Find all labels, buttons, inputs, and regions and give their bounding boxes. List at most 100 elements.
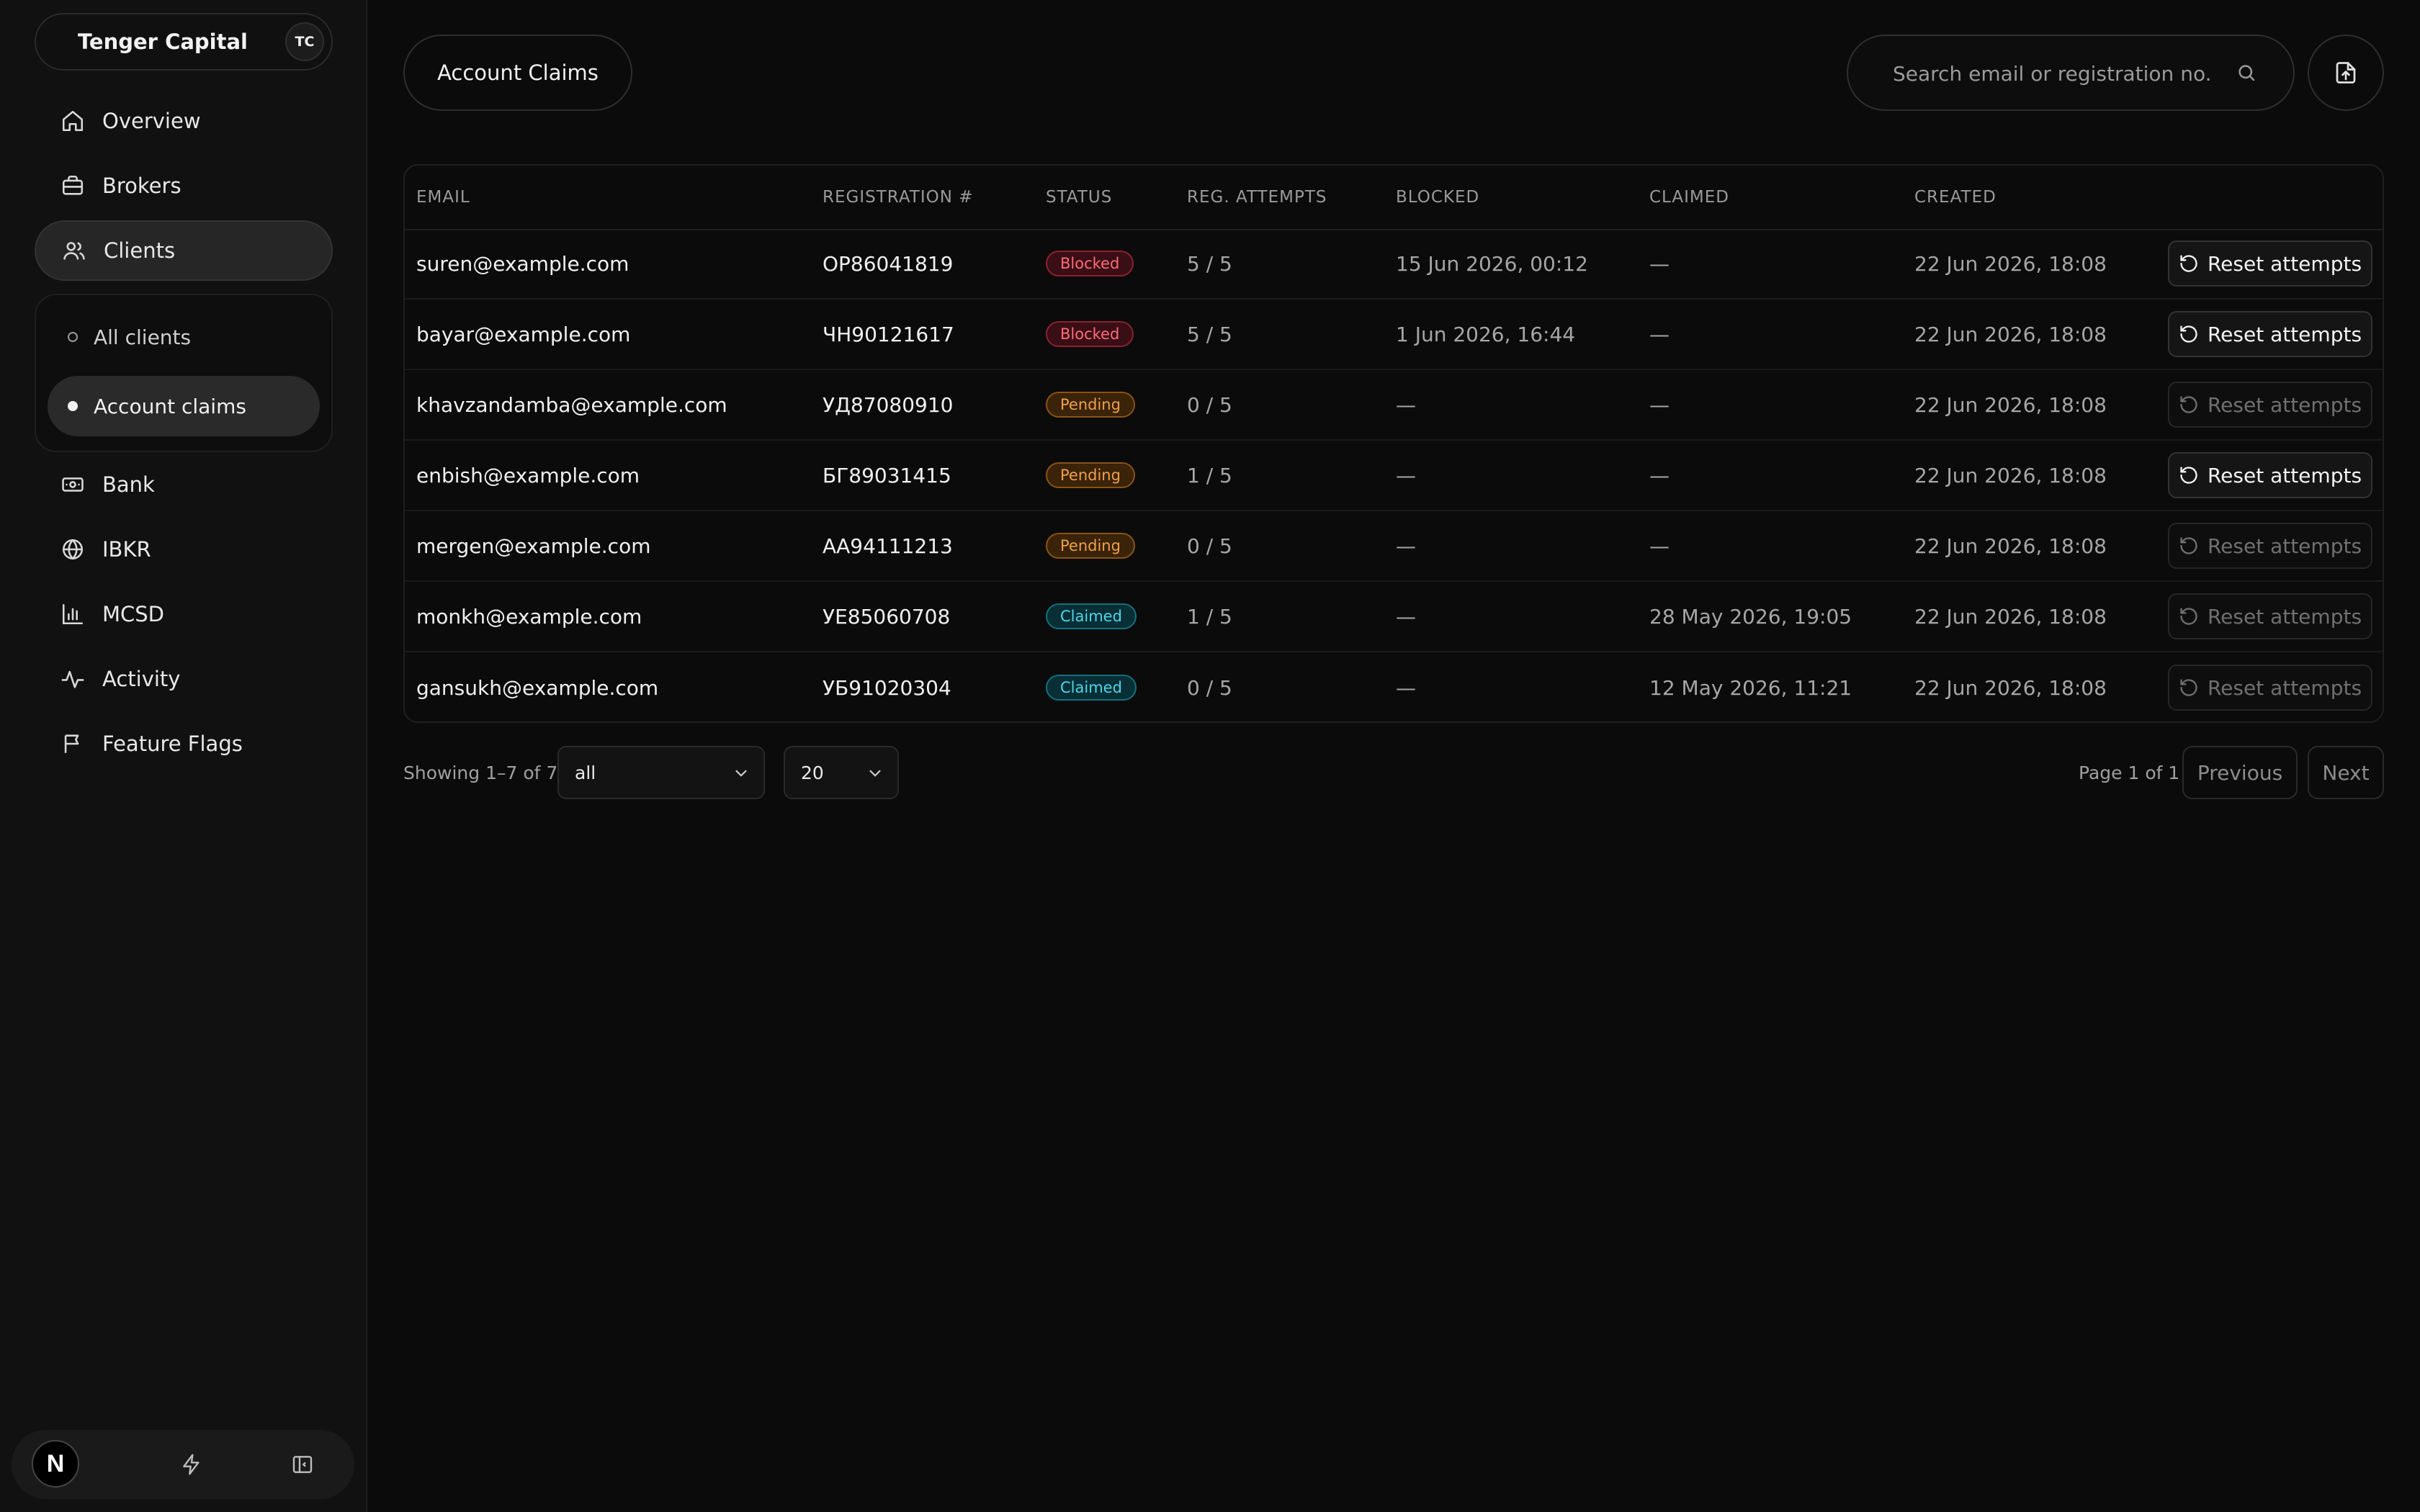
- email-cell: enbish@example.com: [416, 463, 640, 487]
- attempts-cell: 1 / 5: [1187, 604, 1232, 629]
- attempts-cell: 0 / 5: [1187, 675, 1232, 700]
- status-cell: Blocked: [1046, 300, 1134, 369]
- brand-name: Tenger Capital: [78, 30, 248, 54]
- search-icon: [2238, 65, 2255, 81]
- status-filter-select[interactable]: all: [557, 746, 765, 799]
- sidebar-item-brokers[interactable]: Brokers: [35, 156, 333, 216]
- reset-attempts-label: Reset attempts: [2207, 322, 2362, 346]
- status-badge: Claimed: [1046, 675, 1137, 701]
- banknote-icon: [60, 472, 85, 497]
- chevron-down-icon: [735, 770, 747, 777]
- sidebar-item-ibkr[interactable]: IBKR: [35, 519, 333, 580]
- search-box[interactable]: [1847, 35, 2295, 111]
- reset-attempts-button[interactable]: Reset attempts: [2168, 382, 2372, 428]
- status-cell: Pending: [1046, 370, 1135, 439]
- column-header-created[interactable]: CREATED: [1914, 166, 1996, 229]
- page-size-value: 20: [801, 762, 824, 783]
- sidebar-footer: N: [12, 1430, 354, 1499]
- attempts-cell: 1 / 5: [1187, 463, 1232, 487]
- claimed-cell: —: [1649, 392, 1670, 417]
- registration-cell: УБ91020304: [823, 675, 951, 700]
- sidebar-subitem-label: All clients: [94, 325, 192, 349]
- previous-page-button[interactable]: Previous: [2182, 746, 2298, 799]
- status-cell: Blocked: [1046, 229, 1134, 298]
- sidebar-item-overview[interactable]: Overview: [35, 91, 333, 151]
- table-row: enbish@example.com БГ89031415 Pending 1 / 5…: [405, 441, 2383, 511]
- reset-attempts-label: Reset attempts: [2207, 675, 2362, 700]
- registration-cell: АА94111213: [823, 534, 953, 558]
- filled-circle-icon: [68, 401, 78, 411]
- reset-icon: [2179, 606, 2208, 626]
- home-icon: [60, 109, 85, 133]
- activity-icon: [60, 667, 85, 691]
- search-input[interactable]: [1891, 36, 2240, 111]
- column-header-claimed[interactable]: CLAIMED: [1649, 166, 1729, 229]
- pagination-bar: Showing 1–7 of 7 all 20 Page 1 of 1 Prev…: [403, 746, 2384, 799]
- clients-submenu: All clients Account claims: [35, 294, 333, 452]
- page-size-select[interactable]: 20: [784, 746, 899, 799]
- reset-attempts-button[interactable]: Reset attempts: [2168, 311, 2372, 357]
- attempts-cell: 0 / 5: [1187, 534, 1232, 558]
- attempts-cell: 5 / 5: [1187, 322, 1232, 346]
- table-row: khavzandamba@example.com УД87080910 Pendin…: [405, 370, 2383, 441]
- results-count: Showing 1–7 of 7: [403, 762, 558, 783]
- column-header-attempts[interactable]: REG. ATTEMPTS: [1187, 166, 1327, 229]
- status-badge: Claimed: [1046, 603, 1137, 629]
- reset-attempts-button[interactable]: Reset attempts: [2168, 523, 2372, 569]
- sidebar-item-clients[interactable]: Clients: [35, 220, 333, 281]
- reset-attempts-button[interactable]: Reset attempts: [2168, 240, 2372, 287]
- blocked-cell: 15 Jun 2026, 00:12: [1396, 251, 1588, 276]
- column-header-registration[interactable]: REGISTRATION #: [823, 166, 974, 229]
- reset-attempts-button[interactable]: Reset attempts: [2168, 665, 2372, 711]
- created-cell: 22 Jun 2026, 18:08: [1914, 251, 2107, 276]
- sidebar-subitem-account-claims[interactable]: Account claims: [48, 376, 320, 436]
- sidebar-toggle-icon[interactable]: [282, 1444, 323, 1485]
- sidebar-item-mcsd[interactable]: MCSD: [35, 584, 333, 644]
- status-cell: Pending: [1046, 441, 1135, 510]
- status-badge: Pending: [1046, 462, 1135, 488]
- file-export-icon: [2336, 62, 2356, 84]
- next-page-button[interactable]: Next: [2308, 746, 2384, 799]
- table-header: EMAIL REGISTRATION # STATUS REG. ATTEMPT…: [405, 166, 2383, 230]
- sidebar: Tenger Capital TC Overview Brokers Clien…: [0, 0, 367, 1512]
- registration-cell: ОР86041819: [823, 251, 954, 276]
- sidebar-item-activity[interactable]: Activity: [35, 649, 333, 709]
- reset-attempts-label: Reset attempts: [2207, 251, 2362, 276]
- reset-icon: [2179, 395, 2208, 415]
- export-button[interactable]: [2308, 35, 2384, 111]
- reset-icon: [2179, 324, 2208, 344]
- column-header-status[interactable]: STATUS: [1046, 166, 1112, 229]
- chevron-down-icon: [869, 770, 881, 777]
- table-row: bayar@example.com ЧН90121617 Blocked 5 / 5 1…: [405, 300, 2383, 370]
- sidebar-subitem-all-clients[interactable]: All clients: [48, 307, 320, 367]
- reset-attempts-button[interactable]: Reset attempts: [2168, 452, 2372, 498]
- workspace-switcher[interactable]: Tenger Capital TC: [35, 13, 333, 71]
- action-cell: Reset attempts: [2168, 582, 2372, 651]
- brand-avatar: TC: [285, 22, 324, 61]
- lightning-icon[interactable]: [171, 1444, 212, 1485]
- app: Tenger Capital TC Overview Brokers Clien…: [0, 0, 2420, 1512]
- reset-attempts-button[interactable]: Reset attempts: [2168, 593, 2372, 639]
- action-cell: Reset attempts: [2168, 652, 2372, 723]
- status-badge: Pending: [1046, 533, 1135, 559]
- status-filter-value: all: [575, 762, 596, 783]
- sidebar-item-bank[interactable]: Bank: [35, 454, 333, 515]
- column-header-blocked[interactable]: BLOCKED: [1396, 166, 1479, 229]
- blocked-cell: —: [1396, 675, 1416, 700]
- sidebar-item-label: Bank: [102, 472, 155, 497]
- reset-attempts-label: Reset attempts: [2207, 534, 2362, 558]
- table-row: mergen@example.com АА94111213 Pending 0 / 5…: [405, 511, 2383, 582]
- attempts-cell: 0 / 5: [1187, 392, 1232, 417]
- registration-cell: УЕ85060708: [823, 604, 951, 629]
- email-cell: mergen@example.com: [416, 534, 651, 558]
- reset-icon: [2179, 678, 2208, 698]
- reset-attempts-label: Reset attempts: [2207, 604, 2362, 629]
- sidebar-item-feature-flags[interactable]: Feature Flags: [35, 714, 333, 774]
- status-badge: Blocked: [1046, 251, 1134, 276]
- email-cell: suren@example.com: [416, 251, 629, 276]
- blocked-cell: —: [1396, 392, 1416, 417]
- blocked-cell: 1 Jun 2026, 16:44: [1396, 322, 1576, 346]
- devtools-logo[interactable]: N: [32, 1440, 79, 1488]
- column-header-email[interactable]: EMAIL: [416, 166, 470, 229]
- reset-icon: [2179, 536, 2208, 556]
